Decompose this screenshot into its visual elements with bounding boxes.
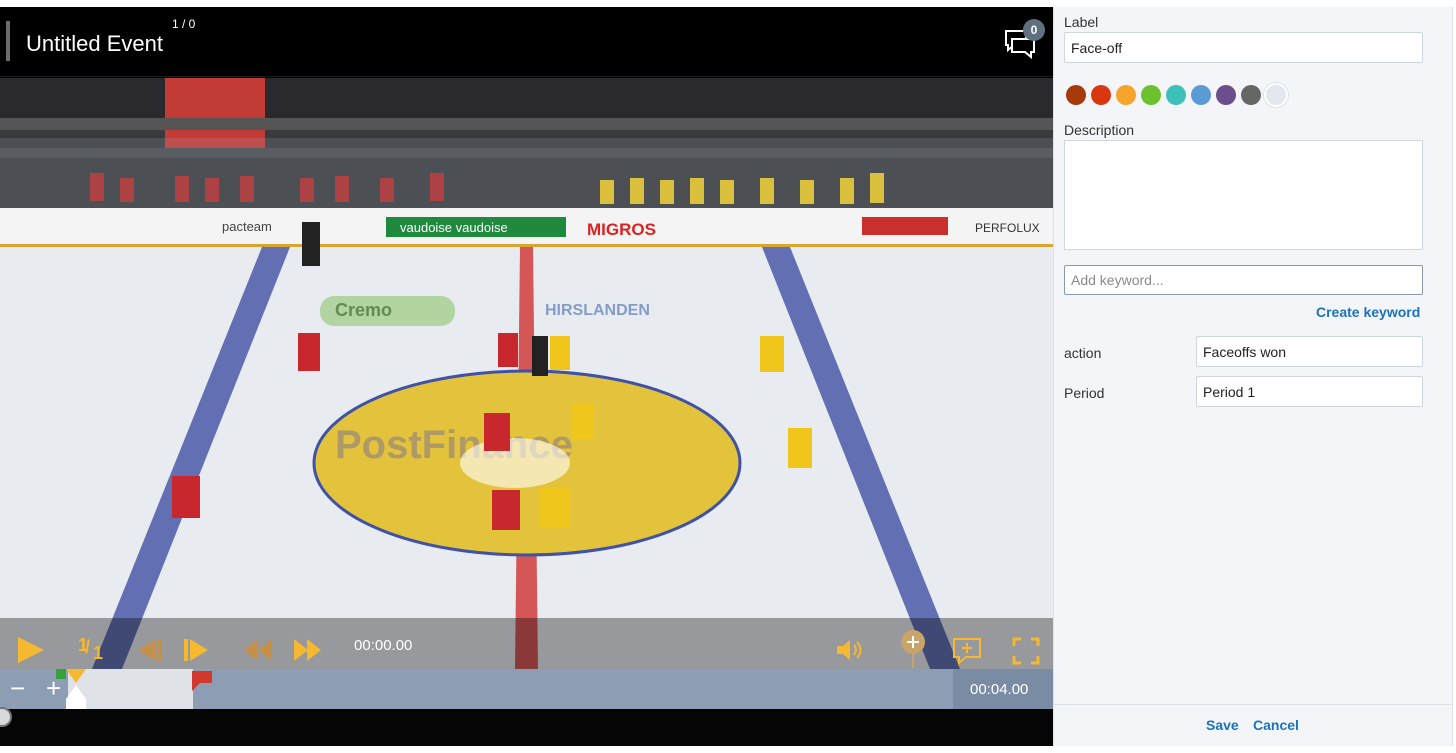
color-swatch[interactable] [1091, 85, 1111, 105]
playback-speed-button[interactable]: 1 / 1 [78, 635, 104, 663]
color-swatch[interactable] [1166, 85, 1186, 105]
event-title: Untitled Event [26, 31, 163, 56]
speed-slash: / [85, 637, 91, 657]
event-title-bar: Untitled Event 1 / 0 0 [0, 7, 1053, 77]
svg-text:vaudoise vaudoise: vaudoise vaudoise [400, 220, 508, 235]
action-value-field[interactable]: Faceoffs won [1196, 336, 1423, 367]
svg-text:PERFOLUX: PERFOLUX [975, 221, 1040, 235]
fullscreen-icon[interactable] [1012, 637, 1040, 665]
speed-denominator: 1 [93, 643, 104, 663]
svg-text:pacteam: pacteam [222, 219, 272, 234]
next-frame-icon[interactable] [182, 637, 212, 663]
field-name-action: action [1064, 345, 1102, 361]
svg-text:HIRSLANDEN: HIRSLANDEN [545, 302, 650, 319]
color-swatch[interactable] [1066, 85, 1086, 105]
comments-button[interactable]: 0 [1003, 19, 1047, 61]
add-marker-icon[interactable] [898, 629, 928, 669]
description-heading: Description [1064, 122, 1135, 138]
title-accent-bar [6, 21, 10, 61]
player-bottom-strip [0, 709, 1053, 746]
keyword-input[interactable] [1064, 265, 1423, 295]
color-swatch-selected[interactable] [1264, 83, 1288, 107]
create-keyword-link[interactable]: Create keyword [1316, 304, 1420, 320]
save-button[interactable]: Save [1206, 717, 1239, 733]
play-icon[interactable] [15, 635, 47, 665]
event-counter: 1 / 0 [172, 17, 196, 31]
color-swatch[interactable] [1241, 85, 1261, 105]
timeline-selection-window[interactable] [68, 669, 193, 709]
total-time: 00:04.00 [970, 681, 1029, 698]
color-swatch[interactable] [1191, 85, 1211, 105]
event-edit-panel: Label Face-off Description Create keywor… [1053, 7, 1453, 746]
field-name-period: Period [1064, 385, 1105, 401]
label-input[interactable]: Face-off [1064, 32, 1423, 63]
hockey-rink-scene: vaudoise vaudoise MIGROS pacteam PERFOLU… [0, 78, 1053, 669]
cancel-button[interactable]: Cancel [1253, 717, 1299, 733]
label-heading: Label [1064, 14, 1099, 30]
color-swatch[interactable] [1141, 85, 1161, 105]
svg-text:Cremo: Cremo [335, 300, 392, 320]
out-point-marker-icon[interactable] [190, 669, 214, 691]
video-player: Untitled Event 1 / 0 0 vaudoise vaudoise… [0, 7, 1053, 746]
svg-text:MIGROS: MIGROS [587, 220, 656, 239]
timeline[interactable]: − + 00:04.00 [0, 669, 1053, 709]
previous-frame-icon[interactable] [134, 637, 164, 663]
in-point-marker-icon[interactable] [56, 669, 86, 709]
add-comment-icon[interactable] [952, 637, 982, 667]
fast-forward-icon[interactable] [292, 637, 322, 663]
zoom-out-button[interactable]: − [10, 675, 25, 701]
period-value-field[interactable]: Period 1 [1196, 376, 1423, 407]
comments-count-badge: 0 [1023, 19, 1045, 41]
color-swatch[interactable] [1116, 85, 1136, 105]
panel-footer: Save Cancel [1054, 704, 1452, 746]
description-textarea[interactable] [1064, 140, 1423, 250]
video-frame[interactable]: vaudoise vaudoise MIGROS pacteam PERFOLU… [0, 78, 1053, 669]
rewind-icon[interactable] [244, 637, 274, 663]
color-swatch[interactable] [1216, 85, 1236, 105]
volume-icon[interactable] [835, 637, 865, 663]
playback-controls: 1 / 1 [0, 627, 1053, 669]
current-time: 00:00.00 [354, 637, 413, 654]
